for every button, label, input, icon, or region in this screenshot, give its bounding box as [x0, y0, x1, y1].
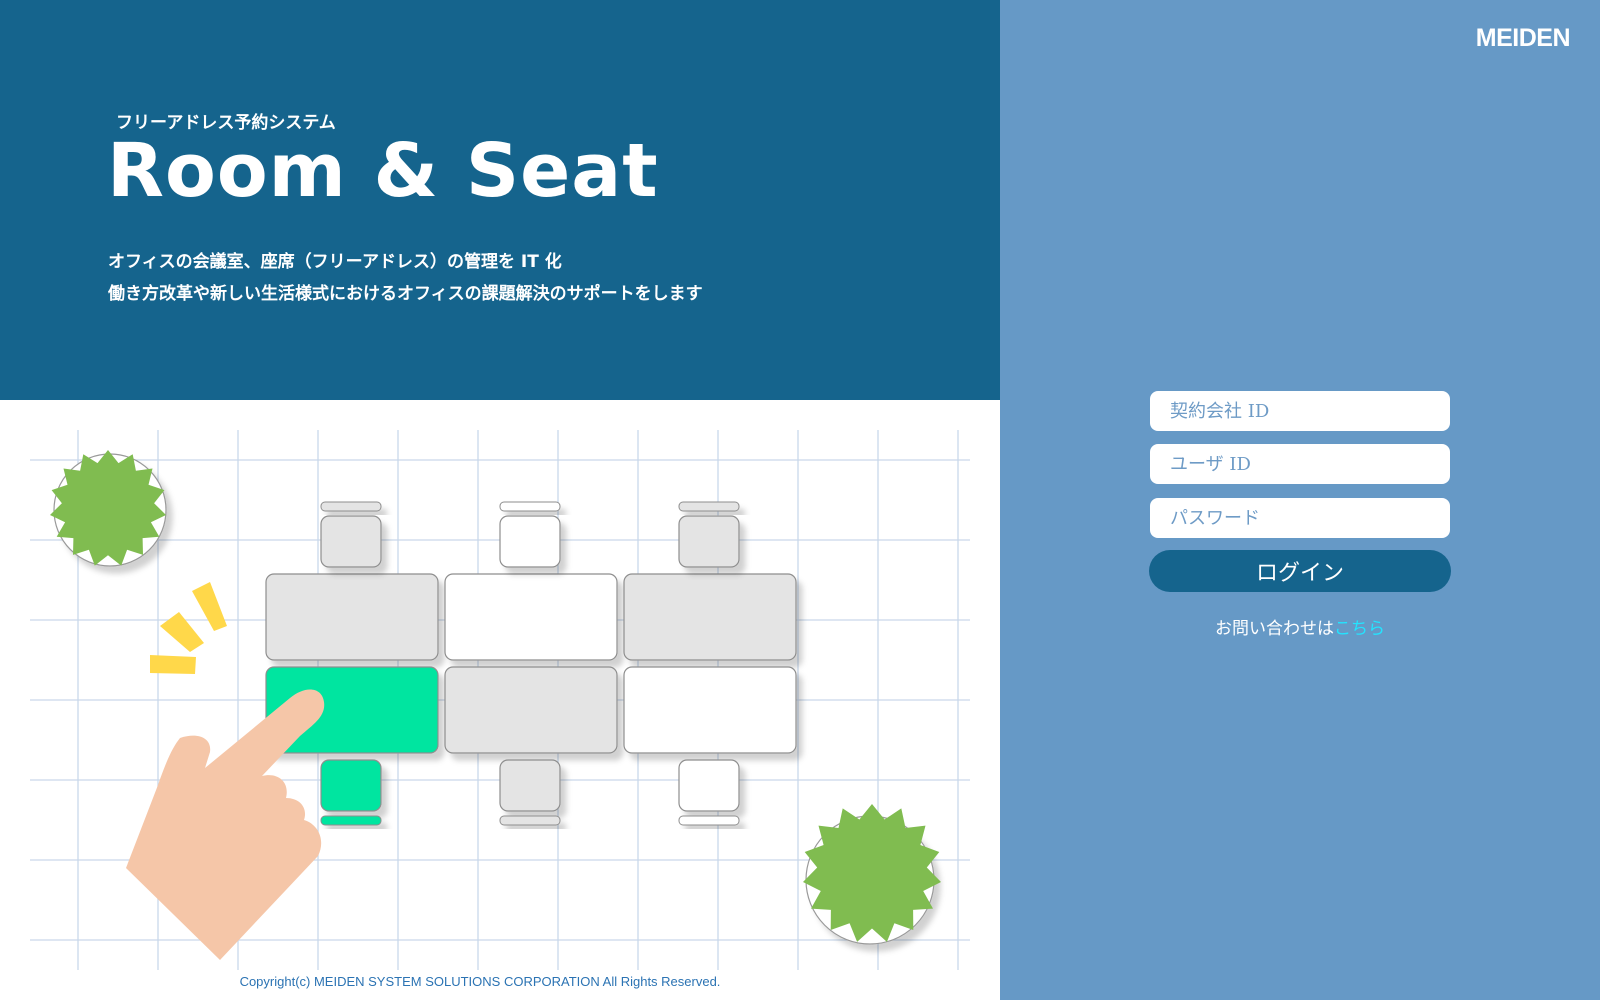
description-line-2: 働き方改革や新しい生活様式におけるオフィスの課題解決のサポートをします	[108, 284, 703, 304]
plant-bottom-right	[803, 804, 941, 945]
product-title: Room & Seat	[107, 128, 659, 214]
desks	[265, 573, 797, 754]
pointing-hand	[126, 689, 325, 960]
description-line-1: オフィスの会議室、座席（フリーアドレス）の管理を IT 化	[108, 252, 562, 272]
hero-banner: フリーアドレス予約システム Room & Seat オフィスの会議室、座席（フリ…	[0, 0, 1000, 400]
contact-line: お問い合わせはこちら	[1150, 614, 1450, 639]
seat-map-graphic	[30, 430, 970, 970]
desk-2	[444, 573, 618, 661]
desk-1	[265, 573, 439, 661]
login-button[interactable]: ログイン	[1149, 550, 1451, 592]
contact-text: お問い合わせは	[1215, 619, 1334, 639]
product-description: オフィスの会議室、座席（フリーアドレス）の管理を IT 化 働き方改革や新しい生…	[108, 246, 703, 310]
contact-link[interactable]: こちら	[1334, 619, 1385, 639]
office-seat-illustration	[0, 400, 1000, 1000]
password-input[interactable]	[1150, 498, 1450, 538]
desk-6	[623, 666, 797, 754]
copyright-text: Copyright(c) MEIDEN SYSTEM SOLUTIONS COR…	[239, 974, 721, 989]
user-id-input[interactable]	[1150, 444, 1450, 484]
sparkle-marks	[150, 582, 227, 674]
company-id-input[interactable]	[1150, 391, 1450, 431]
chairs	[320, 501, 740, 826]
login-panel: MEIDEN ログイン お問い合わせはこちら	[1000, 0, 1600, 1000]
plant-top-left	[50, 450, 167, 567]
desk-5	[444, 666, 618, 754]
desk-3	[623, 573, 797, 661]
meiden-logo: MEIDEN	[1475, 24, 1571, 52]
